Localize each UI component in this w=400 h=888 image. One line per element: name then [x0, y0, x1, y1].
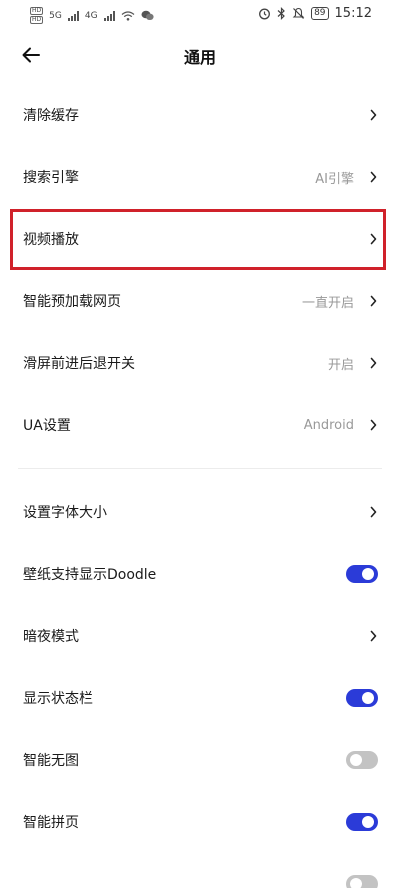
setting-label: 显示状态栏 — [23, 691, 93, 707]
wifi-icon — [121, 10, 134, 21]
no-image-toggle[interactable] — [346, 751, 378, 769]
setting-user-agent[interactable]: UA设置 Android — [0, 394, 400, 456]
clock: 15:12 — [334, 6, 372, 21]
chevron-right-icon — [368, 170, 378, 184]
alarm-icon — [259, 8, 271, 20]
section-divider — [18, 468, 382, 469]
setting-video-playback[interactable]: 视频播放 — [0, 208, 400, 270]
chevron-right-icon — [368, 505, 378, 519]
setting-label: UA设置 — [23, 418, 71, 434]
status-bar: HD HD 5G 4G 89 15:12 — [0, 0, 400, 30]
setting-smart-no-image: 智能无图 — [0, 729, 400, 791]
setting-show-status-bar: 显示状态栏 — [0, 667, 400, 729]
page-title: 通用 — [183, 48, 216, 67]
chevron-right-icon — [368, 108, 378, 122]
setting-label: 视频播放 — [23, 232, 79, 248]
app-header: 通用 — [0, 30, 400, 80]
partial-toggle[interactable] — [346, 875, 378, 888]
setting-smart-page-merge: 智能拼页 — [0, 791, 400, 853]
chevron-right-icon — [368, 418, 378, 432]
setting-label: 暗夜模式 — [23, 629, 79, 645]
battery-icon: 89 — [311, 7, 329, 20]
setting-label: 设置字体大小 — [23, 505, 107, 521]
mute-icon — [292, 7, 305, 19]
setting-value: 开启 — [327, 357, 354, 373]
signal-icon — [67, 10, 79, 21]
setting-dark-mode[interactable]: 暗夜模式 — [0, 605, 400, 667]
setting-label: 壁纸支持显示Doodle — [23, 567, 157, 583]
chevron-right-icon — [368, 294, 378, 308]
chevron-right-icon — [368, 232, 378, 246]
wechat-icon — [141, 10, 154, 20]
hd-badge: HD — [30, 16, 44, 24]
status-bar-left: HD HD 5G 4G — [30, 7, 154, 24]
page-merge-toggle[interactable] — [346, 813, 378, 831]
setting-partial-next — [0, 853, 400, 888]
settings-screen: HD HD 5G 4G 89 15:12 通用 清除缓存 搜索引擎 AI引擎 视… — [0, 0, 400, 888]
doodle-toggle[interactable] — [346, 565, 378, 583]
setting-value: Android — [303, 417, 354, 433]
settings-list: 清除缓存 搜索引擎 AI引擎 视频播放 智能预加载网页 一直开启 滑屏前进后退开… — [0, 84, 400, 888]
setting-smart-preload[interactable]: 智能预加载网页 一直开启 — [0, 270, 400, 332]
network-type-label: 4G — [84, 10, 98, 21]
hd-badge: HD — [30, 7, 44, 15]
setting-label: 智能预加载网页 — [23, 294, 121, 310]
status-bar-right: 89 15:12 — [258, 6, 372, 21]
toggle-knob — [362, 816, 374, 828]
setting-label: 搜索引擎 — [23, 170, 79, 186]
toggle-knob — [362, 692, 374, 704]
signal-icon — [103, 10, 115, 21]
setting-value: 一直开启 — [301, 295, 354, 311]
setting-value: AI引擎 — [315, 171, 354, 187]
status-bar-toggle[interactable] — [346, 689, 378, 707]
setting-font-size[interactable]: 设置字体大小 — [0, 481, 400, 543]
setting-label: 清除缓存 — [23, 108, 79, 124]
setting-wallpaper-doodle: 壁纸支持显示Doodle — [0, 543, 400, 605]
setting-label: 滑屏前进后退开关 — [23, 356, 135, 372]
setting-swipe-navigation[interactable]: 滑屏前进后退开关 开启 — [0, 332, 400, 394]
toggle-knob — [350, 754, 362, 766]
setting-label: 智能拼页 — [23, 815, 79, 831]
hd-badges: HD HD — [30, 7, 44, 24]
network-type-label: 5G — [49, 10, 62, 21]
setting-search-engine[interactable]: 搜索引擎 AI引擎 — [0, 146, 400, 208]
setting-label: 智能无图 — [23, 753, 79, 769]
toggle-knob — [362, 568, 374, 580]
chevron-right-icon — [368, 629, 378, 643]
bluetooth-icon — [277, 7, 285, 20]
toggle-knob — [350, 878, 362, 888]
setting-clear-cache[interactable]: 清除缓存 — [0, 84, 400, 146]
chevron-right-icon — [368, 356, 378, 370]
